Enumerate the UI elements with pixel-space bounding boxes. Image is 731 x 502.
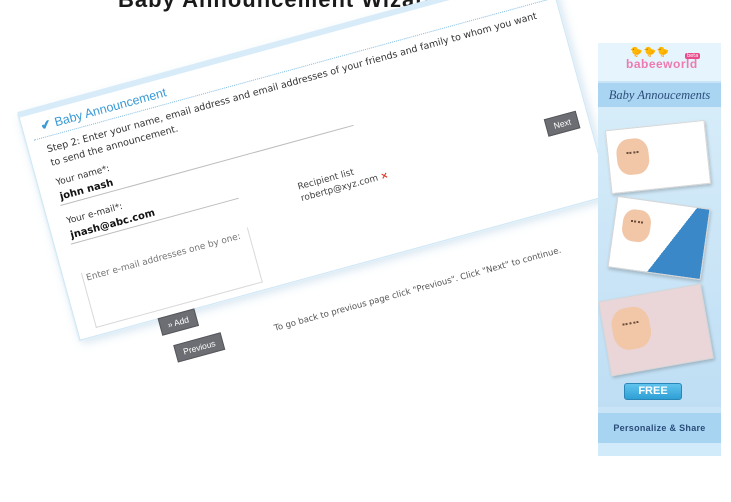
add-button[interactable]: » Add bbox=[157, 308, 199, 336]
baby-face-image bbox=[620, 207, 653, 244]
beta-badge: beta bbox=[685, 53, 701, 59]
title-divider bbox=[34, 0, 548, 141]
baby-face-image bbox=[615, 137, 651, 177]
baby-photo-card-1 bbox=[604, 119, 712, 195]
baby-photo-card-3 bbox=[598, 283, 714, 377]
ad-heading: Baby Annoucements bbox=[598, 83, 721, 107]
remove-recipient-icon[interactable]: × bbox=[380, 171, 390, 183]
recipient-emails-input[interactable] bbox=[80, 227, 263, 328]
ad-bottom-strip bbox=[598, 443, 721, 456]
announcement-form-card: ✔Baby Announcement Step 2: Enter your na… bbox=[18, 0, 611, 363]
free-button[interactable]: FREE bbox=[624, 383, 682, 400]
baby-photo-card-2 bbox=[607, 195, 711, 281]
ad-share-text: Personalize & Share bbox=[598, 413, 721, 443]
babeeworld-ad-banner[interactable]: 🐤🐤🐤 babeeworld beta Baby Annoucements FR… bbox=[598, 43, 721, 456]
ad-logo-area: 🐤🐤🐤 babeeworld beta bbox=[598, 43, 721, 81]
baby-face-image bbox=[608, 304, 654, 353]
previous-button[interactable]: Previous bbox=[173, 332, 226, 363]
ad-logo: babeeworld bbox=[626, 57, 698, 71]
check-icon: ✔ bbox=[38, 116, 53, 134]
step-instructions: Step 2: Enter your name, email address a… bbox=[45, 10, 539, 169]
ad-photo-collage bbox=[598, 107, 721, 407]
navigation-hint: To go back to previous page click "Previ… bbox=[273, 245, 563, 334]
next-button[interactable]: Next bbox=[543, 110, 581, 137]
